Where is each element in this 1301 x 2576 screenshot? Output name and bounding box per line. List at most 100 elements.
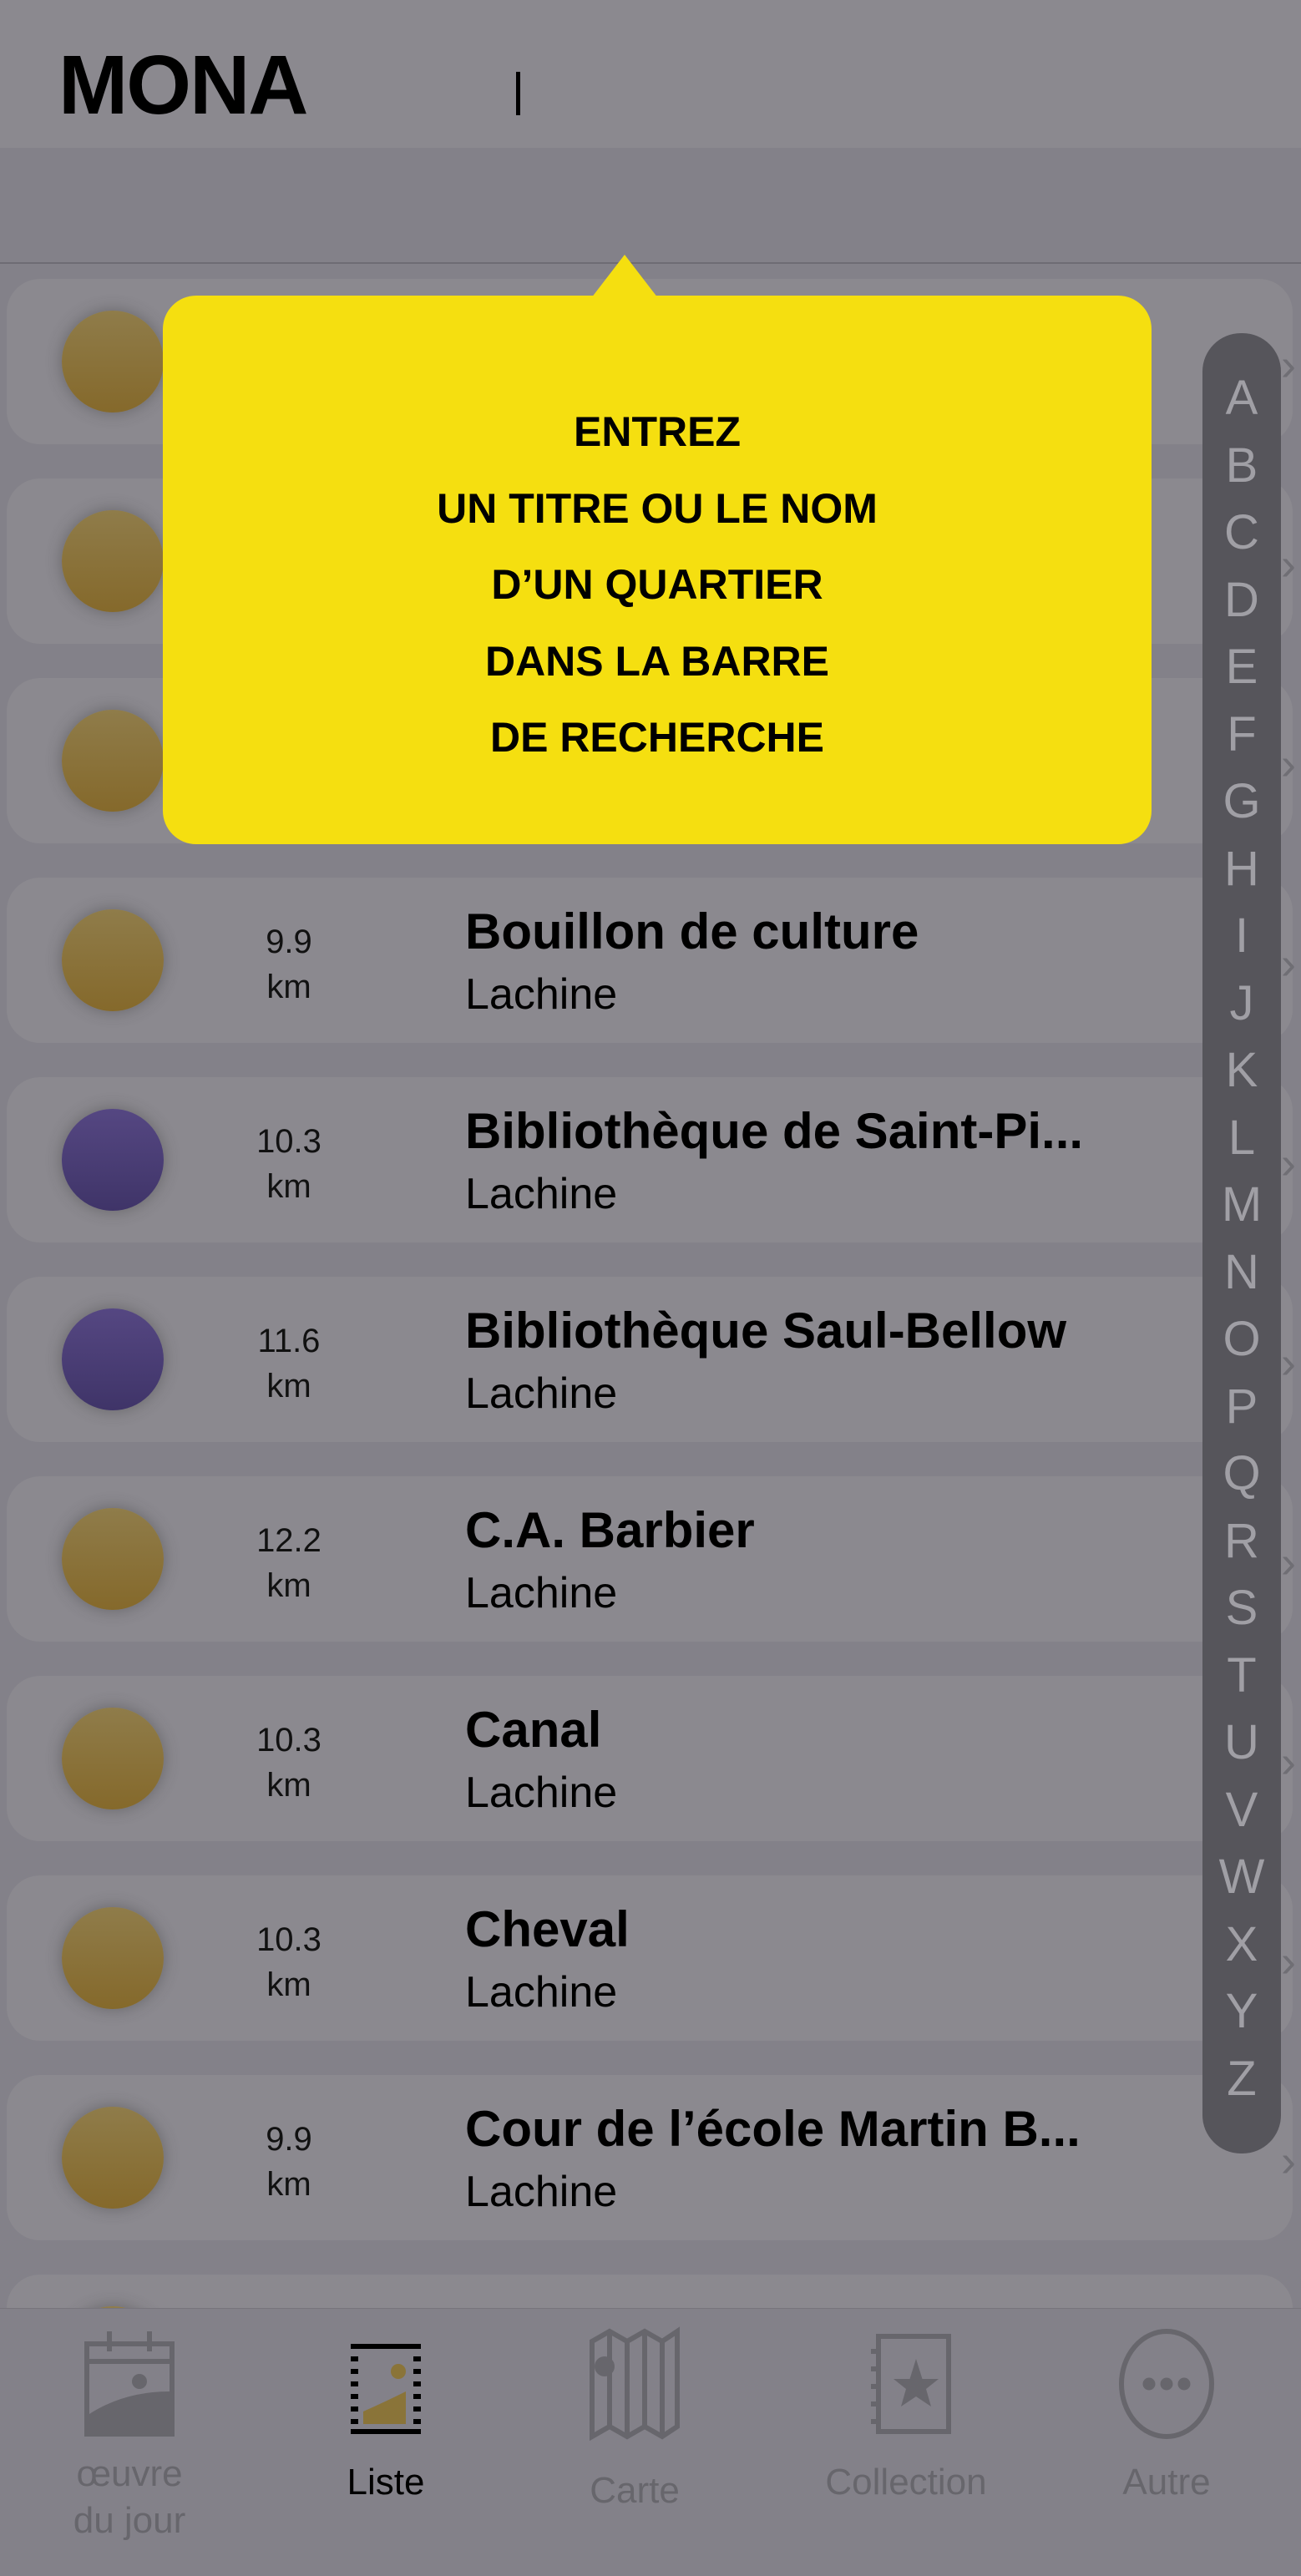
artwork-title: Cheval (465, 1901, 630, 1957)
index-letter[interactable]: O (1223, 1306, 1260, 1374)
chevron-right-icon: › (1281, 1537, 1296, 1587)
tab-carte[interactable]: Carte (509, 2309, 760, 2576)
artwork-district: Lachine (465, 2168, 618, 2216)
list-item[interactable]: 11.6 km Bibliothèque Saul-Bellow Lachine › (7, 1277, 1296, 1442)
distance-unit: km (266, 2166, 311, 2203)
chevron-right-icon: › (1281, 2136, 1296, 2186)
distance-unit: km (266, 1767, 311, 1804)
tab-label: Autre (1122, 2462, 1211, 2503)
distance: 11.6 km (230, 1318, 347, 1409)
alphabet-index[interactable]: ABCDEFGHIJKLMNOPQRSTUVWXYZ (1202, 333, 1281, 2153)
tooltip-arrow (591, 255, 658, 298)
index-letter[interactable]: C (1224, 499, 1259, 567)
search-bar[interactable] (0, 148, 1301, 264)
category-dot (62, 710, 164, 812)
distance-value: 10.3 (256, 1722, 321, 1759)
index-letter[interactable]: W (1219, 1844, 1265, 1911)
index-letter[interactable]: A (1226, 365, 1258, 433)
chevron-right-icon: › (1281, 340, 1296, 390)
category-dot (62, 1109, 164, 1211)
tab-label: Collection (825, 2462, 987, 2503)
header: MONA (0, 0, 1301, 148)
index-letter[interactable]: K (1226, 1037, 1258, 1105)
search-hint-tooltip[interactable]: ENTREZ UN TITRE OU LE NOM D’UN QUARTIER … (163, 296, 1152, 844)
index-letter[interactable]: S (1226, 1575, 1258, 1642)
index-letter[interactable]: I (1235, 903, 1248, 970)
distance: 9.9 km (230, 2117, 347, 2207)
list-item[interactable]: 12.2 km C.A. Barbier Lachine › (7, 1476, 1296, 1642)
index-letter[interactable]: R (1224, 1508, 1259, 1576)
text-cursor (516, 72, 520, 115)
artwork-district: Lachine (465, 1170, 618, 1218)
index-letter[interactable]: G (1223, 768, 1260, 836)
distance: 10.3 km (230, 1718, 347, 1808)
distance: 9.9 km (230, 919, 347, 1010)
list-item[interactable]: 10.3 km Canal Lachine › (7, 1676, 1296, 1841)
list-item[interactable]: 10.3 km Cheval Lachine › (7, 1875, 1296, 2041)
index-letter[interactable]: B (1226, 433, 1258, 500)
chevron-right-icon: › (1281, 1936, 1296, 1986)
chevron-right-icon: › (1281, 939, 1296, 989)
tab-oeuvre-du-jour[interactable]: œuvre du jour (4, 2309, 255, 2576)
index-letter[interactable]: F (1227, 701, 1256, 769)
distance-unit: km (266, 1368, 311, 1404)
tooltip-line: ENTREZ (574, 408, 741, 455)
distance-value: 10.3 (256, 1921, 321, 1958)
artwork-district: Lachine (465, 1968, 618, 2017)
index-letter[interactable]: D (1224, 567, 1259, 635)
category-dot (62, 2107, 164, 2209)
tooltip-line: UN TITRE OU LE NOM (437, 484, 878, 532)
artwork-title: C.A. Barbier (465, 1502, 755, 1558)
index-letter[interactable]: N (1224, 1239, 1259, 1307)
artwork-district: Lachine (465, 1769, 618, 1817)
index-letter[interactable]: J (1230, 970, 1254, 1038)
tab-collection[interactable]: Collection (781, 2309, 1031, 2576)
artwork-title: Cour de l’école Martin B... (465, 2101, 1081, 2157)
tab-autre[interactable]: Autre (1041, 2309, 1292, 2576)
index-letter[interactable]: M (1222, 1172, 1262, 1239)
distance-unit: km (266, 969, 311, 1005)
category-dot (62, 1708, 164, 1809)
distance-unit: km (266, 1567, 311, 1604)
distance-value: 9.9 (266, 924, 312, 960)
index-letter[interactable]: Y (1226, 1978, 1258, 2046)
artwork-district: Lachine (465, 1569, 618, 1617)
distance-value: 9.9 (266, 2121, 312, 2158)
chevron-right-icon: › (1281, 1338, 1296, 1388)
distance: 12.2 km (230, 1518, 347, 1608)
tab-bar: œuvre du jour Liste Carte Collection Aut… (0, 2308, 1301, 2576)
collection-star-icon (871, 2334, 951, 2434)
category-dot (62, 909, 164, 1011)
chevron-right-icon: › (1281, 739, 1296, 789)
index-letter[interactable]: L (1228, 1105, 1255, 1172)
map-icon (590, 2326, 680, 2442)
chevron-right-icon: › (1281, 539, 1296, 590)
tab-liste[interactable]: Liste (261, 2309, 511, 2576)
distance-value: 12.2 (256, 1522, 321, 1559)
list-item[interactable]: 9.9 km Cour de l’école Martin B... Lachine › (7, 2075, 1296, 2240)
tooltip-line: DANS LA BARRE (484, 637, 830, 685)
index-letter[interactable]: Q (1223, 1440, 1260, 1508)
index-letter[interactable]: H (1224, 836, 1259, 903)
index-letter[interactable]: V (1226, 1777, 1258, 1845)
index-letter[interactable]: U (1224, 1709, 1259, 1777)
distance-value: 11.6 (257, 1323, 321, 1359)
list-item[interactable]: 10.3 km Bibliothèque de Saint-Pi... Lachine… (7, 1077, 1296, 1242)
distance: 10.3 km (230, 1917, 347, 2007)
index-letter[interactable]: Z (1227, 2046, 1256, 2113)
artwork-title: Bouillon de culture (465, 903, 919, 959)
category-dot (62, 510, 164, 612)
artwork-district: Lachine (465, 1369, 618, 1418)
category-dot (62, 1308, 164, 1410)
list-item[interactable]: 9.9 km Bouillon de culture Lachine › (7, 878, 1296, 1043)
index-letter[interactable]: X (1226, 1911, 1258, 1979)
category-dot (62, 1508, 164, 1610)
app-logo: MONA (58, 38, 309, 132)
tab-label: œuvre du jour (73, 2453, 186, 2541)
index-letter[interactable]: E (1226, 634, 1258, 701)
category-dot (62, 1907, 164, 2009)
distance-value: 10.3 (256, 1123, 321, 1160)
index-letter[interactable]: P (1226, 1374, 1258, 1441)
artwork-title: Bibliothèque Saul-Bellow (465, 1303, 1067, 1359)
index-letter[interactable]: T (1227, 1642, 1256, 1710)
